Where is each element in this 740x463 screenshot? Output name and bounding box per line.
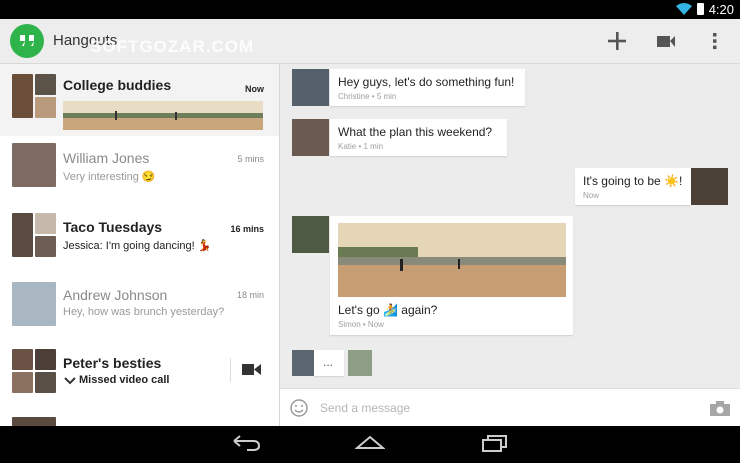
message-text: Let's go 🏄 again? (338, 303, 438, 317)
status-bar: 4:20 (0, 0, 740, 19)
hangouts-screen: 4:20 Hangouts SOFTGOZAR.COM College budd… (0, 0, 740, 463)
sender-avatar (292, 119, 329, 156)
conversation-time: 5 mins (237, 154, 264, 164)
conversation-item-andrew-johnson[interactable]: Andrew Johnson 18 min Hey, how was brunc… (0, 275, 279, 345)
video-icon (657, 36, 675, 47)
message-text: What the plan this weekend? (338, 125, 493, 139)
conversation-preview: Jessica: I'm going dancing! 💃 (63, 240, 212, 252)
participant-avatar (348, 350, 372, 376)
conversation-item-peters-besties[interactable]: Peter's besties Missed video call (0, 344, 279, 405)
watermark-logo: SOFTGOZAR.COM (90, 37, 255, 56)
conversation-list[interactable]: College buddies Now William Jones 5 mins… (0, 64, 280, 426)
typing-dots: ... (323, 355, 334, 369)
action-bar: Hangouts SOFTGOZAR.COM (0, 19, 740, 64)
divider (230, 358, 231, 382)
add-conversation-button[interactable] (604, 28, 630, 54)
beach-photo-thumbnail[interactable] (63, 101, 263, 130)
conversation-preview: Missed video call (79, 374, 170, 386)
typing-avatar (292, 350, 316, 376)
overflow-menu-icon (713, 33, 717, 50)
conversation-item-college-buddies[interactable]: College buddies Now (0, 64, 279, 137)
recent-apps-icon[interactable] (480, 434, 510, 452)
photo-message-bubble[interactable]: Let's go 🏄 again? Simon • Now (330, 216, 573, 335)
own-avatar (691, 168, 728, 205)
message-bubble[interactable]: What the plan this weekend? Katie • 1 mi… (330, 119, 507, 156)
conversation-time: 18 min (236, 290, 264, 300)
back-icon[interactable] (231, 434, 261, 452)
sender-avatar (292, 216, 329, 253)
contact-avatar (12, 417, 56, 426)
message-meta: Simon • Now (338, 320, 384, 329)
home-icon[interactable] (355, 434, 385, 452)
message-composer: Send a message (280, 388, 740, 427)
conversation-time: 16 mins (230, 224, 264, 234)
missed-call-icon (64, 377, 76, 385)
chat-panel: Hey guys, let's do something fun! Christ… (280, 64, 740, 388)
camera-icon[interactable] (710, 401, 730, 416)
emoji-icon[interactable] (290, 399, 308, 417)
conversation-item-william-jones[interactable]: William Jones 5 mins Very interesting 😏 (0, 136, 279, 207)
message-meta: Katie • 1 min (338, 142, 384, 151)
video-call-icon[interactable] (242, 363, 262, 377)
message-meta: Now (583, 191, 600, 200)
system-navigation-bar (0, 426, 740, 463)
message-text: Hey guys, let's do something fun! (338, 75, 515, 89)
contact-avatar (12, 282, 56, 326)
battery-icon (697, 3, 704, 15)
contact-avatar (12, 143, 56, 187)
conversation-name: Taco Tuesdays (63, 219, 163, 235)
conversation-time: Now (245, 84, 264, 94)
typing-indicator: ... (314, 350, 344, 376)
conversation-item-taco-tuesdays[interactable]: Taco Tuesdays 16 mins Jessica: I'm going… (0, 206, 279, 276)
sender-avatar (292, 69, 329, 106)
conversation-name: William Jones (63, 150, 150, 166)
overflow-menu-button[interactable] (702, 28, 728, 54)
video-call-button[interactable] (653, 28, 679, 54)
conversation-name: College buddies (63, 77, 172, 93)
message-meta: Christine • 5 min (338, 92, 397, 101)
message-text: It's going to be ☀️! (583, 174, 683, 188)
conversation-preview: Very interesting 😏 (63, 171, 156, 183)
hangouts-logo-icon[interactable] (10, 24, 44, 58)
group-avatar (12, 213, 56, 257)
conversation-preview: Hey, how was brunch yesterday? (63, 306, 225, 318)
conversation-item-partial[interactable] (0, 404, 279, 426)
message-input[interactable]: Send a message (320, 401, 410, 415)
add-icon (608, 32, 626, 50)
group-avatar (12, 349, 56, 393)
conversation-name: Andrew Johnson (63, 287, 168, 303)
conversation-name: Peter's besties (63, 355, 162, 371)
group-avatar (12, 74, 56, 118)
own-message-bubble[interactable]: It's going to be ☀️! Now (575, 168, 691, 205)
message-bubble[interactable]: Hey guys, let's do something fun! Christ… (330, 69, 525, 106)
beach-photo[interactable] (338, 223, 566, 297)
status-time: 4:20 (708, 2, 734, 17)
wifi-icon (676, 3, 692, 15)
